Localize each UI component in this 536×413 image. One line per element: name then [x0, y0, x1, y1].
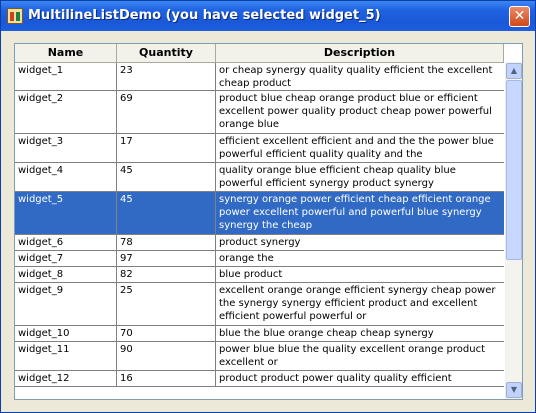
- table-row-selected[interactable]: widget_5 45 synergy orange power efficie…: [15, 192, 504, 235]
- table-row[interactable]: widget_4 45 quality orange blue efficien…: [15, 163, 504, 192]
- app-icon: [7, 8, 23, 24]
- table-row[interactable]: widget_7 97 orange the: [15, 251, 504, 267]
- vertical-scrollbar[interactable]: ▲ ▼: [505, 62, 522, 399]
- cell-description: product product power quality quality ef…: [219, 373, 452, 384]
- table-row[interactable]: widget_10 70 blue the blue orange cheap …: [15, 326, 504, 342]
- table-row[interactable]: widget_11 90 power blue blue the quality…: [15, 342, 504, 371]
- cell-description: efficient excellent efficient and and th…: [219, 136, 494, 160]
- cell-quantity: 16: [117, 371, 216, 386]
- cell-quantity: 97: [117, 251, 216, 266]
- close-button[interactable]: ✕: [509, 6, 530, 27]
- table-row[interactable]: widget_2 69 product blue cheap orange pr…: [15, 91, 504, 134]
- cell-name: widget_10: [15, 326, 117, 341]
- cell-quantity: 69: [117, 91, 216, 133]
- cell-name: widget_8: [15, 267, 117, 282]
- table-header: Name Quantity Description: [15, 44, 504, 63]
- table-row[interactable]: widget_6 78 product synergy: [15, 235, 504, 251]
- cell-name: widget_5: [15, 192, 117, 234]
- title-bar[interactable]: MultilineListDemo (you have selected wid…: [1, 1, 535, 31]
- cell-quantity: 90: [117, 342, 216, 370]
- table-row[interactable]: widget_9 25 excellent orange orange effi…: [15, 283, 504, 326]
- cell-description: product blue cheap orange product blue o…: [219, 93, 492, 130]
- table-row[interactable]: widget_12 16 product product power quali…: [15, 371, 504, 387]
- cell-name: widget_2: [15, 91, 117, 133]
- cell-description: power blue blue the quality excellent or…: [219, 344, 486, 368]
- cell-quantity: 82: [117, 267, 216, 282]
- cell-quantity: 17: [117, 134, 216, 162]
- window-title: MultilineListDemo (you have selected wid…: [28, 8, 381, 23]
- main-window: MultilineListDemo (you have selected wid…: [0, 0, 536, 413]
- cell-quantity: 25: [117, 283, 216, 325]
- column-header-name[interactable]: Name: [15, 44, 117, 62]
- cell-quantity: 45: [117, 192, 216, 234]
- cell-name: widget_11: [15, 342, 117, 370]
- cell-description: synergy orange power efficient cheap eff…: [219, 194, 491, 231]
- scrollbar-thumb[interactable]: [506, 80, 522, 260]
- column-header-description[interactable]: Description: [216, 44, 504, 62]
- cell-name: widget_4: [15, 163, 117, 191]
- cell-name: widget_3: [15, 134, 117, 162]
- cell-name: widget_6: [15, 235, 117, 250]
- cell-description: product synergy: [219, 237, 301, 248]
- cell-name: widget_7: [15, 251, 117, 266]
- multiline-list-table: Name Quantity Description widget_1 23 or…: [14, 43, 523, 400]
- cell-description: blue product: [219, 269, 283, 280]
- cell-description: orange the: [219, 253, 274, 264]
- table-body: widget_1 23 or cheap synergy quality qua…: [15, 63, 504, 387]
- cell-quantity: 45: [117, 163, 216, 191]
- cell-description: quality orange blue efficient cheap qual…: [219, 165, 456, 189]
- cell-description: blue the blue orange cheap cheap synergy: [219, 328, 434, 339]
- cell-quantity: 78: [117, 235, 216, 250]
- cell-name: widget_1: [15, 63, 117, 90]
- scroll-up-arrow-icon[interactable]: ▲: [506, 63, 522, 79]
- cell-quantity: 70: [117, 326, 216, 341]
- cell-quantity: 23: [117, 63, 216, 90]
- cell-name: widget_9: [15, 283, 117, 325]
- table-row[interactable]: widget_3 17 efficient excellent efficien…: [15, 134, 504, 163]
- cell-name: widget_12: [15, 371, 117, 386]
- scroll-down-arrow-icon[interactable]: ▼: [506, 382, 522, 398]
- cell-description: or cheap synergy quality quality efficie…: [219, 65, 493, 89]
- table-row[interactable]: widget_8 82 blue product: [15, 267, 504, 283]
- table-row[interactable]: widget_1 23 or cheap synergy quality qua…: [15, 63, 504, 91]
- cell-description: excellent orange orange efficient synerg…: [219, 285, 496, 322]
- column-header-quantity[interactable]: Quantity: [117, 44, 216, 62]
